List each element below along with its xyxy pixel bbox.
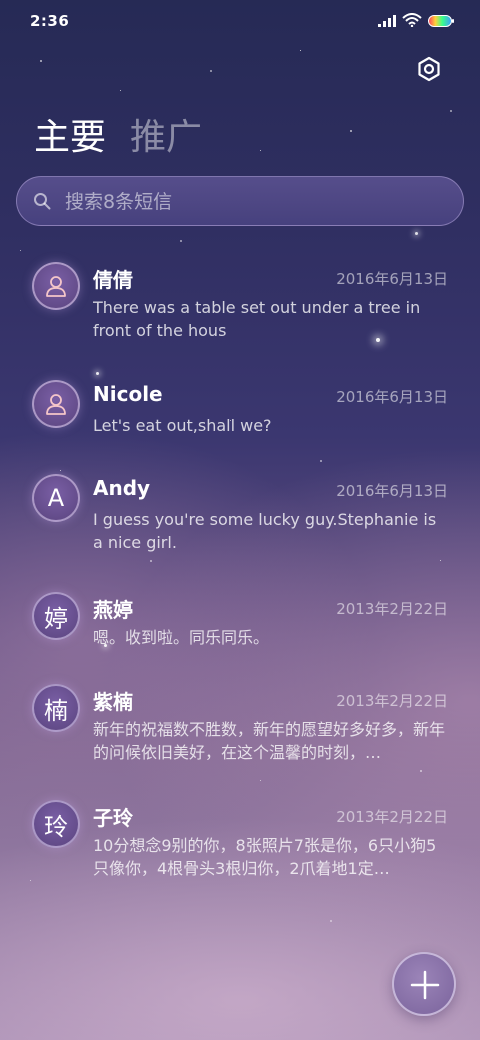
avatar — [32, 262, 80, 310]
settings-icon[interactable] — [416, 56, 442, 82]
status-time: 2:36 — [30, 12, 70, 30]
signal-icon — [378, 15, 396, 27]
avatar — [32, 380, 80, 428]
wifi-icon — [402, 13, 422, 27]
message-date: 2016年6月13日 — [336, 388, 448, 406]
avatar: 婷 — [32, 592, 80, 640]
avatar: 玲 — [32, 800, 80, 848]
contact-name: Andy — [93, 476, 151, 500]
status-bar: 2:36 — [0, 0, 480, 40]
message-item[interactable]: A Andy 2016年6月13日 I guess you're some lu… — [0, 464, 480, 568]
message-item[interactable]: 倩倩 2016年6月13日 There was a table set out … — [0, 252, 480, 356]
message-item[interactable]: 楠 紫楠 2013年2月22日 新年的祝福数不胜数，新年的愿望好多好多，新年的问… — [0, 674, 480, 778]
contact-name: 子玲 — [93, 806, 133, 830]
person-icon — [46, 276, 66, 297]
message-date: 2016年6月13日 — [336, 270, 448, 288]
search-bar[interactable] — [16, 176, 464, 226]
avatar: 楠 — [32, 684, 80, 732]
message-date: 2013年2月22日 — [336, 600, 448, 618]
message-preview: Let's eat out,shall we? — [93, 416, 272, 435]
message-preview: 新年的祝福数不胜数，新年的愿望好多好多，新年的问候依旧美好，在这个温馨的时刻，… — [93, 720, 445, 762]
message-preview: 10分想念9别的你，8张照片7张是你，6只小狗5只像你，4根骨头3根归你，2爪着… — [93, 836, 437, 878]
contact-name: Nicole — [93, 382, 163, 406]
message-item[interactable]: 玲 子玲 2013年2月22日 10分想念9别的你，8张照片7张是你，6只小狗5… — [0, 790, 480, 894]
message-date: 2013年2月22日 — [336, 808, 448, 826]
search-icon — [34, 193, 51, 210]
message-item[interactable]: Nicole 2016年6月13日 Let's eat out,shall we… — [0, 370, 480, 450]
message-item[interactable]: 婷 燕婷 2013年2月22日 嗯。收到啦。同乐同乐。 — [0, 582, 480, 662]
message-date: 2013年2月22日 — [336, 692, 448, 710]
message-preview: I guess you're some lucky guy.Stephanie … — [93, 510, 437, 552]
message-preview: There was a table set out under a tree i… — [93, 298, 421, 340]
plus-icon — [410, 970, 440, 1000]
new-message-button[interactable] — [392, 952, 456, 1016]
person-icon — [46, 394, 66, 415]
battery-icon — [428, 15, 454, 27]
contact-name: 倩倩 — [93, 268, 133, 292]
message-date: 2016年6月13日 — [336, 482, 448, 500]
contact-name: 紫楠 — [93, 690, 133, 714]
message-preview: 嗯。收到啦。同乐同乐。 — [93, 628, 270, 647]
search-input[interactable] — [65, 187, 445, 217]
tab-promotions[interactable]: 推广 — [130, 108, 202, 160]
avatar: A — [32, 474, 80, 522]
tab-main[interactable]: 主要 — [34, 108, 106, 160]
contact-name: 燕婷 — [93, 598, 133, 622]
